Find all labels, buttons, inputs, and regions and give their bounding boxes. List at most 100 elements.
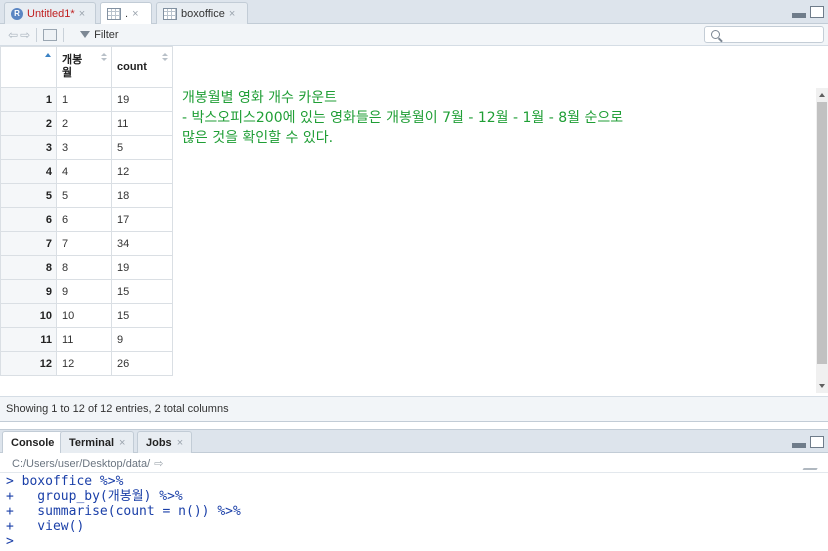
popout-icon[interactable]	[43, 28, 58, 41]
cell-count[interactable]: 17	[111, 207, 173, 232]
table-row[interactable]: 9 9 15	[0, 279, 173, 304]
cell-count[interactable]: 11	[111, 111, 173, 136]
cell-count[interactable]: 9	[111, 327, 173, 352]
grid-icon	[163, 7, 177, 20]
close-icon[interactable]: ×	[132, 8, 138, 20]
cell-month[interactable]: 12	[56, 351, 112, 376]
forward-arrow-icon[interactable]: ⇨	[20, 28, 30, 42]
close-icon[interactable]: ×	[119, 437, 125, 449]
tab-label: Terminal	[69, 436, 115, 449]
minimize-icon[interactable]	[792, 443, 806, 448]
console-window-controls	[792, 436, 824, 448]
cell-count[interactable]: 5	[111, 135, 173, 160]
back-arrow-icon[interactable]: ⇦	[8, 28, 18, 42]
cell-month[interactable]: 11	[56, 327, 112, 352]
table-row[interactable]: 12 12 26	[0, 351, 173, 376]
table-row[interactable]: 335	[0, 135, 173, 160]
note-line: 개봉월별 영화 개수 카운트	[182, 90, 338, 106]
table-row[interactable]: 10 10 15	[0, 303, 173, 328]
cell-count[interactable]: 19	[111, 255, 173, 280]
cell-count[interactable]: 15	[111, 279, 173, 304]
close-icon[interactable]: ×	[79, 8, 85, 20]
cell-count[interactable]: 19	[111, 87, 173, 112]
tab-label: Untitled1*	[27, 7, 75, 20]
table-row[interactable]: 7 7 34	[0, 231, 173, 256]
scroll-thumb[interactable]	[817, 102, 827, 364]
cell-count[interactable]: 15	[111, 303, 173, 328]
scroll-down-icon[interactable]	[819, 384, 825, 388]
console-line: + view()	[6, 519, 85, 534]
cell-month[interactable]: 10	[56, 303, 112, 328]
table-row[interactable]: 11 11 9	[0, 327, 173, 352]
maximize-icon[interactable]	[810, 6, 824, 18]
tab-untitled1[interactable]: R Untitled1* ×	[4, 2, 96, 24]
tab-console[interactable]: Console	[2, 431, 64, 454]
console-line: > boxoffice %>%	[6, 474, 124, 489]
grid-icon	[107, 8, 121, 20]
cell-month[interactable]: 1	[56, 87, 112, 112]
row-index: 11	[0, 327, 57, 352]
cell-count[interactable]: 12	[111, 159, 173, 184]
sort-asc-icon	[45, 53, 51, 57]
table-row[interactable]: 4 4 12	[0, 159, 173, 184]
tab-label: Console	[11, 437, 55, 449]
table-header-row: 개봉 월 count	[0, 46, 173, 88]
tab-label: boxoffice	[181, 7, 225, 20]
table-row[interactable]: 6 6 17	[0, 207, 173, 232]
cell-month[interactable]: 2	[56, 111, 112, 136]
filter-label: Filter	[94, 28, 119, 41]
close-icon[interactable]: ×	[177, 437, 183, 449]
row-index: 2	[0, 111, 57, 136]
cell-month[interactable]: 5	[56, 183, 112, 208]
cell-month[interactable]: 3	[56, 135, 112, 160]
search-icon	[711, 30, 720, 39]
close-icon[interactable]: ×	[229, 8, 235, 20]
cell-month[interactable]: 9	[56, 279, 112, 304]
column-header-month[interactable]: 개봉 월	[56, 46, 112, 88]
note-line: - 박스오피스200에 있는 영화들은 개봉월이 7월 - 12월 - 1월 -…	[182, 110, 624, 126]
row-index-header[interactable]	[0, 46, 57, 88]
console-output[interactable]: > boxoffice %>% + group_by(개봉월) %>% + su…	[0, 473, 828, 551]
column-header-label: 개봉 월	[62, 54, 83, 79]
editor-tab-strip: R Untitled1* × . × boxoffice ×	[0, 0, 828, 25]
table-row[interactable]: 5 5 18	[0, 183, 173, 208]
tab-boxoffice[interactable]: boxoffice ×	[156, 2, 248, 24]
cell-month[interactable]: 6	[56, 207, 112, 232]
r-file-icon: R	[11, 7, 23, 20]
console-line: + group_by(개봉월) %>%	[6, 489, 183, 504]
funnel-icon	[80, 31, 91, 38]
row-index: 8	[0, 255, 57, 280]
annotation-note: 개봉월별 영화 개수 카운트 - 박스오피스200에 있는 영화들은 개봉월이 …	[182, 88, 623, 148]
toolbar-divider	[36, 27, 38, 42]
column-header-count[interactable]: count	[111, 46, 173, 88]
scroll-up-icon[interactable]	[819, 93, 825, 97]
cell-month[interactable]: 8	[56, 255, 112, 280]
sort-icon	[162, 53, 168, 63]
minimize-icon[interactable]	[792, 13, 806, 18]
cell-count[interactable]: 34	[111, 231, 173, 256]
go-to-directory-icon[interactable]: ⇨	[154, 458, 163, 470]
toolbar-divider	[63, 27, 65, 42]
console-prompt[interactable]: >	[6, 534, 828, 549]
row-index: 4	[0, 159, 57, 184]
row-index: 5	[0, 183, 57, 208]
maximize-icon[interactable]	[810, 436, 824, 448]
table-row[interactable]: 2 2 11	[0, 111, 173, 136]
row-index: 7	[0, 231, 57, 256]
tab-jobs[interactable]: Jobs ×	[137, 431, 193, 453]
table-row[interactable]: 8 8 19	[0, 255, 173, 280]
console-line: + summarise(count = n()) %>%	[6, 504, 241, 519]
cell-month[interactable]: 7	[56, 231, 112, 256]
filter-button[interactable]: Filter	[80, 28, 119, 41]
table-row[interactable]: 1 1 19	[0, 87, 173, 112]
row-index: 9	[0, 279, 57, 304]
tab-label: .	[125, 8, 129, 20]
cell-month[interactable]: 4	[56, 159, 112, 184]
search-input[interactable]	[704, 26, 824, 43]
cell-count[interactable]: 26	[111, 351, 173, 376]
vertical-scrollbar[interactable]	[816, 88, 828, 393]
cell-count[interactable]: 18	[111, 183, 173, 208]
tab-dot-view[interactable]: . ×	[100, 2, 152, 25]
tab-terminal[interactable]: Terminal ×	[60, 431, 135, 453]
pane-window-controls	[792, 6, 824, 18]
